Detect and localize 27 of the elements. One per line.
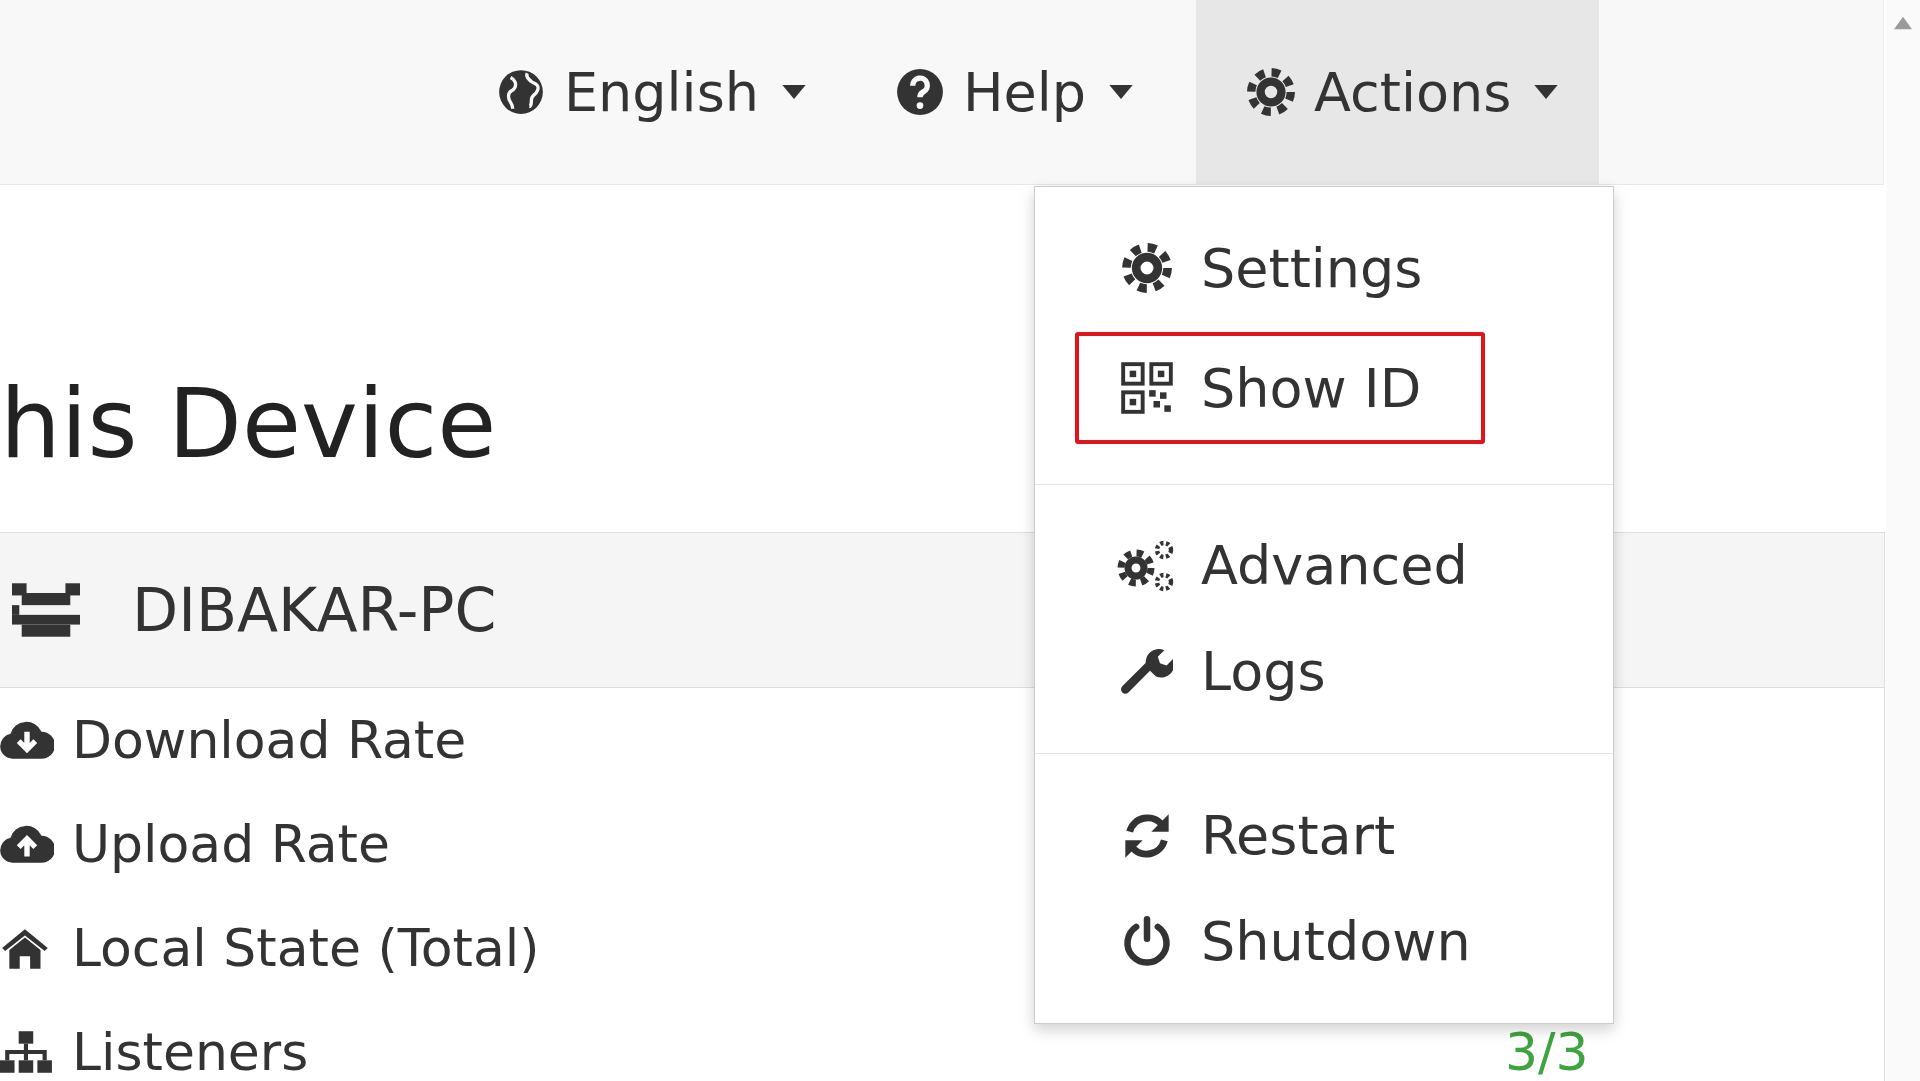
section-title: his Device bbox=[0, 367, 497, 482]
menu-item[interactable]: Shutdown bbox=[1075, 899, 1485, 984]
caret-icon bbox=[781, 85, 807, 99]
settings-icon bbox=[1121, 242, 1173, 295]
caret-icon bbox=[1533, 85, 1560, 99]
desktop-icon bbox=[12, 583, 80, 637]
scroll-up-icon[interactable] bbox=[1894, 16, 1912, 30]
globe-icon bbox=[496, 67, 546, 117]
caret-icon bbox=[1108, 85, 1135, 99]
power-icon bbox=[1121, 915, 1173, 968]
menu-item[interactable]: Settings bbox=[1075, 226, 1485, 311]
stat-value: 3/3 bbox=[1505, 1022, 1589, 1081]
nav-menu[interactable]: English bbox=[470, 0, 833, 185]
nav-menu[interactable]: Help bbox=[869, 0, 1161, 185]
stat-label: Listeners bbox=[72, 1022, 309, 1081]
stat-label: Local State (Total) bbox=[72, 918, 540, 978]
menu-item[interactable]: Show ID bbox=[1075, 332, 1485, 445]
scrollbar[interactable] bbox=[1886, 0, 1920, 1081]
settings-icon bbox=[1246, 67, 1297, 117]
stat-label: Upload Rate bbox=[72, 814, 390, 874]
menu-item[interactable]: Restart bbox=[1075, 793, 1485, 878]
sitemap-icon bbox=[0, 1030, 54, 1074]
help-icon bbox=[895, 67, 945, 117]
stat-label: Download Rate bbox=[72, 710, 467, 770]
qr-code-icon bbox=[1121, 362, 1173, 415]
nav-menu[interactable]: Actions bbox=[1196, 0, 1600, 185]
device-name: DIBAKAR-PC bbox=[132, 575, 497, 645]
